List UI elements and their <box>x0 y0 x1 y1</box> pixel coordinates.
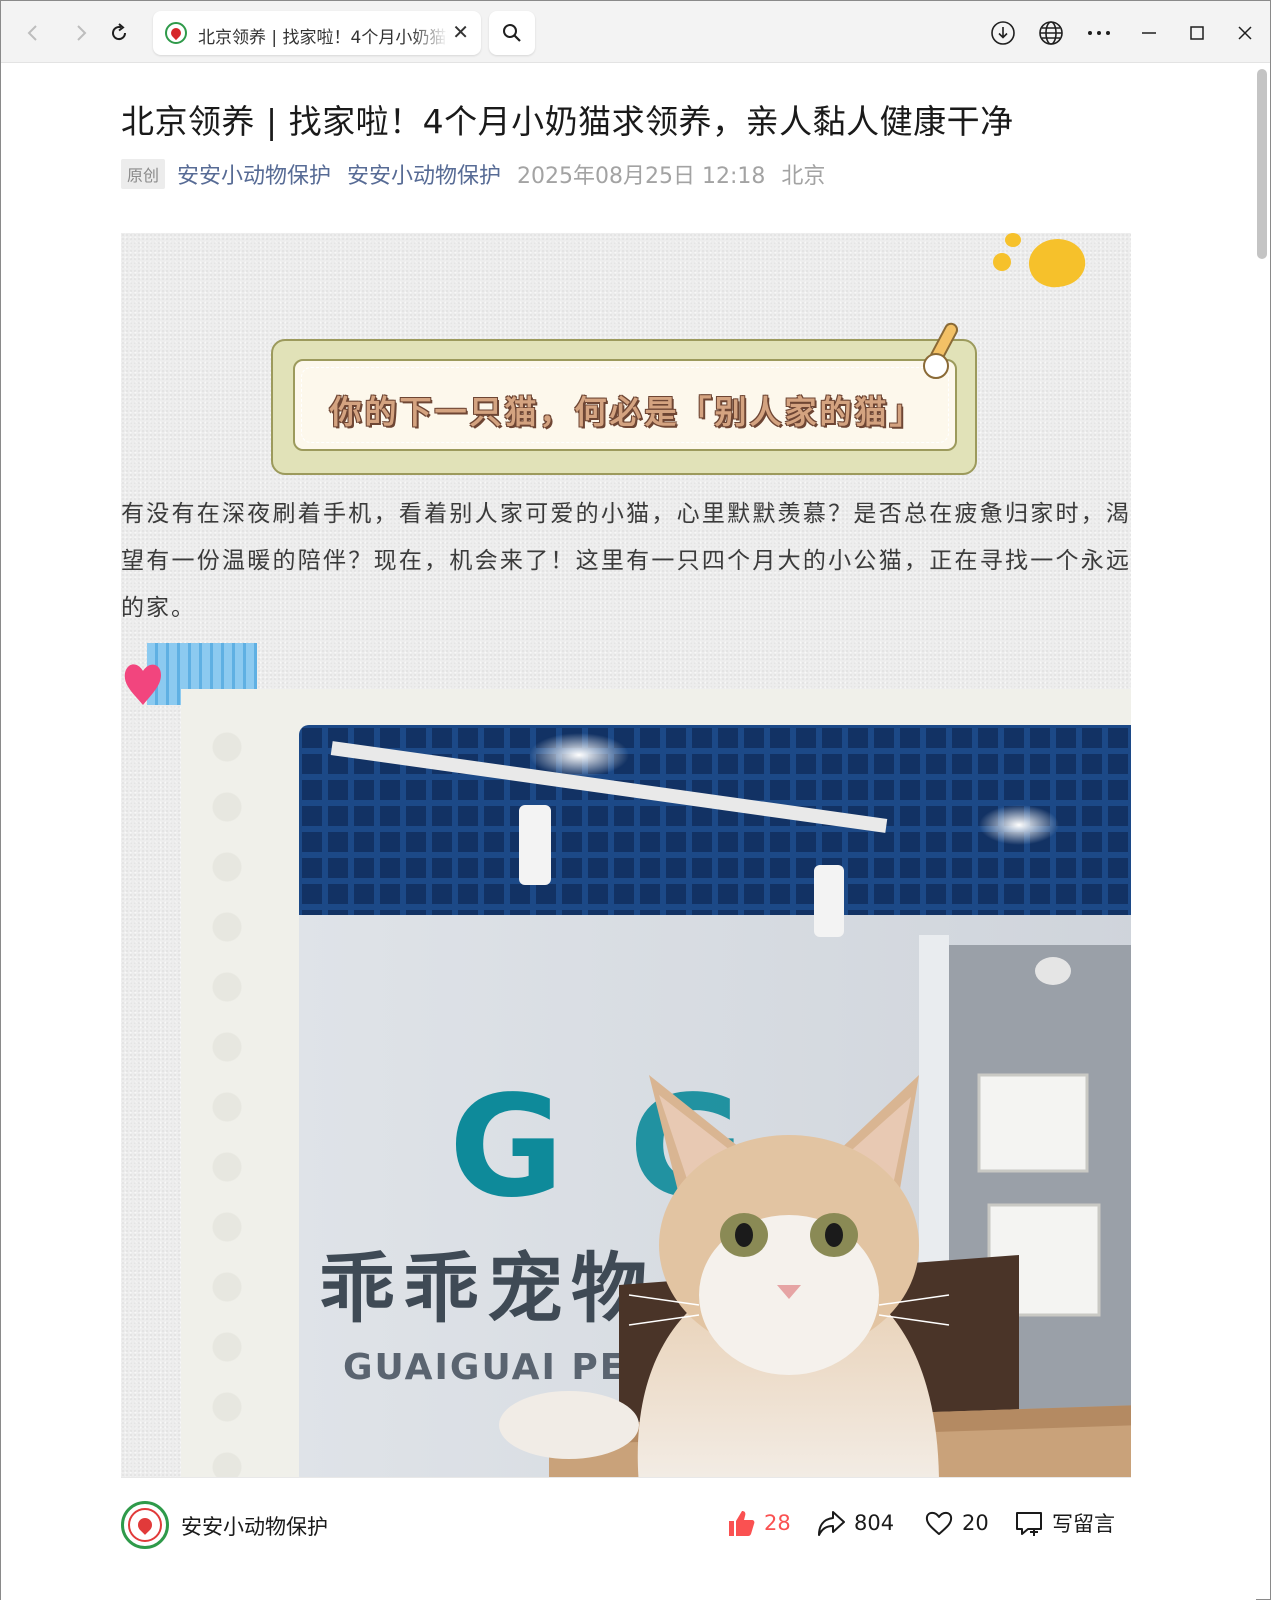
site-favicon-icon <box>165 22 187 44</box>
original-badge: 原创 <box>121 159 166 189</box>
more-icon[interactable] <box>1081 15 1117 51</box>
thumbs-up-icon <box>729 1511 755 1536</box>
paw-print-pad <box>1024 233 1090 293</box>
write-comment-label: 写留言 <box>1052 1512 1115 1536</box>
svg-text:G: G <box>449 1066 564 1229</box>
account-avatar[interactable] <box>121 1501 169 1549</box>
frame-dot-border <box>209 729 245 1477</box>
headline-banner-card: 你的下一只猫，何必是「别人家的猫」 <box>293 359 957 451</box>
author-name-link[interactable]: 安安小动物保护 <box>347 158 501 190</box>
close-icon[interactable] <box>1227 15 1263 51</box>
forward-arrow-icon[interactable] <box>63 15 99 51</box>
banner-text: 你的下一只猫，何必是「别人家的猫」 <box>329 393 925 431</box>
back-arrow-icon[interactable] <box>15 15 51 51</box>
active-tab[interactable]: 北京领养 | 找家啦！4个月小奶猫求领养，亲人黏人健康干净 ✕ <box>153 11 481 55</box>
account-name[interactable]: 安安小动物保护 <box>181 1511 328 1541</box>
write-comment-button[interactable]: 写留言 <box>1014 1503 1115 1543</box>
article-meta: 原创 安安小动物保护 安安小动物保护 2025年08月25日 12:18 北京 <box>121 159 825 189</box>
publish-date: 2025年08月25日 12:18 <box>517 164 766 189</box>
article-title: 北京领养 | 找家啦！4个月小奶猫求领养，亲人黏人健康干净 <box>121 102 1014 141</box>
author-account-link[interactable]: 安安小动物保护 <box>177 158 331 190</box>
maximize-icon[interactable] <box>1179 15 1215 51</box>
pushpin-head <box>923 353 949 379</box>
paw-print-icon <box>1005 233 1021 247</box>
headline-banner: 你的下一只猫，何必是「别人家的猫」 <box>271 320 977 475</box>
favorite-button[interactable]: 20 <box>924 1503 989 1543</box>
favorite-count: 20 <box>962 1511 989 1535</box>
tab-title: 北京领养 | 找家啦！4个月小奶猫求领养，亲人黏人健康干净 <box>198 28 448 48</box>
globe-icon[interactable] <box>1033 15 1069 51</box>
heart-icon <box>124 664 161 705</box>
paw-print-dot <box>993 253 1011 271</box>
cat-photo-illustration: G G 乖乖宠物 GUAIGUAI PET <box>299 725 1131 1477</box>
search-icon <box>503 24 521 42</box>
article-action-bar: 安安小动物保护 28 804 20 写留言 <box>1 1477 1256 1600</box>
page-scrollbar[interactable] <box>1255 63 1269 1599</box>
action-bar-divider <box>121 1477 1131 1478</box>
like-button[interactable]: 28 <box>726 1503 791 1543</box>
minimize-icon[interactable] <box>1131 15 1167 51</box>
svg-text:GUAIGUAI PET: GUAIGUAI PET <box>343 1347 653 1388</box>
tab-close-icon[interactable]: ✕ <box>452 20 469 44</box>
svg-text:乖乖宠物: 乖乖宠物 <box>319 1244 655 1333</box>
comment-icon <box>1016 1512 1042 1536</box>
browser-titlebar: 北京领养 | 找家啦！4个月小奶猫求领养，亲人黏人健康干净 ✕ <box>1 1 1270 63</box>
search-button[interactable] <box>489 11 535 55</box>
photo-frame: G G 乖乖宠物 GUAIGUAI PET <box>181 689 1131 1477</box>
article-content: 你的下一只猫，何必是「别人家的猫」 有没有在深夜刷着手机，看着别人家可爱的小猫，… <box>121 233 1131 1477</box>
reload-icon[interactable] <box>101 15 137 51</box>
like-count: 28 <box>764 1511 791 1535</box>
browser-window: 北京领养 | 找家啦！4个月小奶猫求领养，亲人黏人健康干净 ✕ 北京领养 | <box>0 0 1271 1600</box>
share-icon <box>818 1511 845 1536</box>
scrollbar-thumb[interactable] <box>1257 69 1267 259</box>
download-icon[interactable] <box>985 15 1021 51</box>
publish-location: 北京 <box>781 164 826 189</box>
share-count: 804 <box>854 1511 895 1535</box>
intro-paragraph: 有没有在深夜刷着手机，看着别人家可爱的小猫，心里默默羡慕？是否总在疲惫归家时，渴… <box>121 501 1131 621</box>
cat-photo[interactable]: G G 乖乖宠物 GUAIGUAI PET <box>299 725 1131 1477</box>
share-button[interactable]: 804 <box>816 1503 894 1543</box>
heart-outline-icon <box>925 1511 953 1535</box>
